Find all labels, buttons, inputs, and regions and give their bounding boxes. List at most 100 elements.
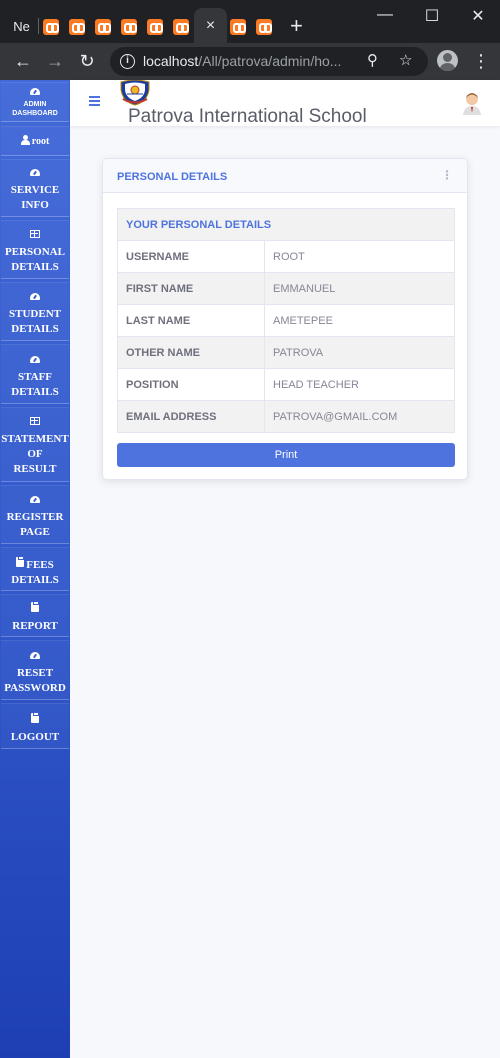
browser-tab-bar: Ne × + — ☐ ✕: [0, 0, 500, 43]
field-value: PATROVA@GMAIL.COM: [264, 400, 455, 433]
xampp-favicon-icon: [173, 18, 189, 35]
browser-tab[interactable]: [169, 10, 193, 43]
gauge-icon: [30, 652, 40, 659]
xampp-favicon-icon: [230, 18, 246, 35]
url-text[interactable]: localhost/All/patrova/admin/ho...: [143, 53, 363, 69]
table-row: FIRST NAME EMMANUEL: [117, 272, 455, 305]
gauge-icon: [30, 169, 40, 176]
xampp-favicon-icon: [121, 18, 137, 35]
sidebar-item-label: PERSONAL DETAILS: [5, 246, 65, 273]
tab-title: Ne: [13, 19, 30, 34]
close-tab-icon[interactable]: ×: [206, 17, 215, 35]
sidebar-item-logout[interactable]: LOGOUT: [1, 703, 69, 749]
gauge-icon: [30, 496, 40, 503]
clipboard-icon: [31, 601, 39, 612]
xampp-favicon-icon: [43, 18, 59, 35]
card-options-icon[interactable]: ⋮: [441, 168, 453, 182]
school-name: Patrova International School: [128, 106, 367, 127]
sidebar-item-personal-details[interactable]: PERSONAL DETAILS: [1, 220, 69, 279]
sidebar-item-label: ADMIN DASHBOARD: [12, 101, 58, 117]
browser-tab[interactable]: [226, 10, 250, 43]
browser-tab[interactable]: Ne: [8, 10, 35, 43]
browser-menu-icon[interactable]: ⋮: [472, 49, 490, 73]
forward-arrow-icon[interactable]: →: [43, 49, 67, 73]
user-avatar-icon[interactable]: [462, 91, 482, 115]
browser-tab[interactable]: [91, 10, 115, 43]
xampp-favicon-icon: [69, 18, 85, 35]
sidebar-item-admin-dashboard[interactable]: ADMIN DASHBOARD: [1, 82, 69, 122]
personal-details-table: YOUR PERSONAL DETAILS USERNAME ROOT FIRS…: [117, 208, 455, 433]
browser-tab[interactable]: [117, 10, 141, 43]
hamburger-menu-icon[interactable]: [89, 96, 100, 108]
sidebar-item-label: STATEMENT OF RESULT: [1, 433, 69, 475]
active-browser-tab[interactable]: ×: [194, 8, 227, 43]
close-window-icon[interactable]: ✕: [466, 6, 490, 26]
field-label: POSITION: [117, 368, 265, 401]
sidebar-item-label: root: [31, 136, 50, 147]
gauge-icon: [30, 356, 40, 363]
field-label: EMAIL ADDRESS: [117, 400, 265, 433]
personal-details-card: PERSONAL DETAILS ⋮ YOUR PERSONAL DETAILS…: [102, 158, 468, 480]
field-value: HEAD TEACHER: [264, 368, 455, 401]
school-logo: [120, 80, 150, 106]
table-row: LAST NAME AMETEPEE: [117, 304, 455, 337]
new-tab-button[interactable]: +: [290, 13, 303, 39]
sidebar-item-label: LOGOUT: [10, 731, 60, 743]
profile-avatar-icon[interactable]: [437, 50, 458, 71]
field-value: PATROVA: [264, 336, 455, 369]
table-row: OTHER NAME PATROVA: [117, 336, 455, 369]
browser-toolbar: ← → ↻ i localhost/All/patrova/admin/ho..…: [0, 43, 500, 80]
table-row: POSITION HEAD TEACHER: [117, 368, 455, 401]
sidebar-item-student-details[interactable]: STUDENT DETAILS: [1, 282, 69, 341]
bookmark-star-icon[interactable]: ☆: [399, 52, 412, 70]
sidebar-item-service-info[interactable]: SERVICE INFO: [1, 159, 69, 217]
xampp-favicon-icon: [95, 18, 111, 35]
browser-tab[interactable]: [65, 10, 89, 43]
sidebar-item-label: STUDENT DETAILS: [9, 308, 61, 335]
browser-tab[interactable]: [39, 10, 63, 43]
sidebar-item-label: SERVICE INFO: [10, 184, 60, 211]
browser-tab[interactable]: [252, 10, 276, 43]
xampp-favicon-icon: [147, 18, 163, 35]
clipboard-icon: [31, 712, 39, 723]
zoom-search-icon[interactable]: ⚲: [367, 52, 378, 70]
sidebar-item-register-page[interactable]: REGISTER PAGE: [1, 485, 69, 544]
sidebar-item-label: STAFF DETAILS: [11, 371, 59, 398]
page-header: Patrova International School: [70, 80, 500, 127]
table-heading: YOUR PERSONAL DETAILS: [117, 208, 455, 241]
sidebar: ADMIN DASHBOARD root SERVICE INFO PERSON…: [0, 80, 70, 1058]
table-icon: [30, 417, 40, 425]
field-value: ROOT: [264, 240, 455, 273]
table-header-row: YOUR PERSONAL DETAILS: [117, 208, 455, 241]
reload-icon[interactable]: ↻: [75, 49, 99, 73]
table-row: USERNAME ROOT: [117, 240, 455, 273]
sidebar-item-reset-password[interactable]: RESET PASSWORD: [1, 640, 69, 700]
gauge-icon: [30, 293, 40, 300]
gauge-icon: [30, 88, 40, 95]
user-icon: [20, 135, 30, 145]
browser-tab[interactable]: [143, 10, 167, 43]
field-label: FIRST NAME: [117, 272, 265, 305]
card-header: PERSONAL DETAILS ⋮: [103, 159, 467, 193]
sidebar-item-label: REGISTER PAGE: [6, 511, 64, 538]
field-label: LAST NAME: [117, 304, 265, 337]
field-value: EMMANUEL: [264, 272, 455, 305]
sidebar-item-label: FEES DETAILS: [11, 556, 59, 586]
sidebar-item-statement-of-result[interactable]: STATEMENT OF RESULT: [1, 407, 69, 482]
field-value: AMETEPEE: [264, 304, 455, 337]
minimize-icon[interactable]: —: [373, 6, 397, 24]
maximize-icon[interactable]: ☐: [420, 6, 444, 26]
site-info-icon[interactable]: i: [120, 54, 135, 69]
sidebar-item-staff-details[interactable]: STAFF DETAILS: [1, 344, 69, 404]
sidebar-item-label: REPORT: [12, 620, 58, 632]
sidebar-item-root[interactable]: root: [1, 126, 69, 156]
sidebar-item-report[interactable]: REPORT: [1, 594, 69, 637]
clipboard-icon: [16, 556, 25, 567]
back-arrow-icon[interactable]: ←: [11, 49, 35, 73]
sidebar-item-fees-details[interactable]: FEES DETAILS: [1, 547, 69, 591]
address-bar[interactable]: i localhost/All/patrova/admin/ho... ⚲ ☆: [110, 47, 428, 76]
card-title: PERSONAL DETAILS: [117, 171, 228, 183]
print-button[interactable]: Print: [117, 443, 455, 467]
sidebar-item-label: RESET PASSWORD: [4, 667, 66, 694]
table-row: EMAIL ADDRESS PATROVA@GMAIL.COM: [117, 400, 455, 433]
